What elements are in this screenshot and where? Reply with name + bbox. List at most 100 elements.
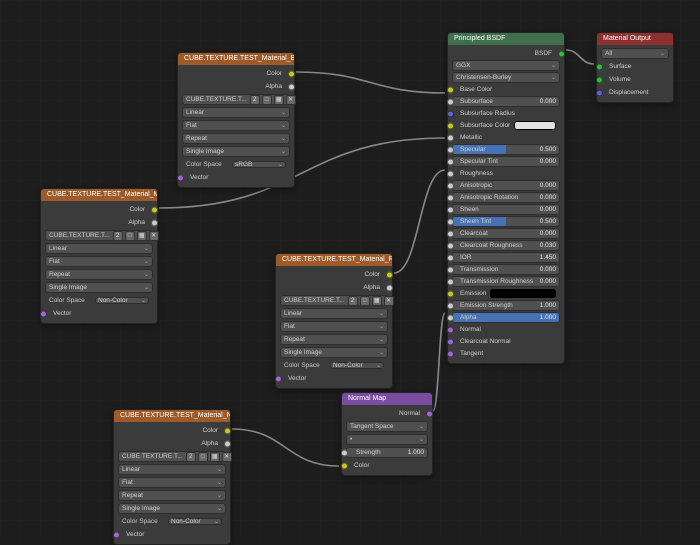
node-title[interactable]: Material Output (597, 33, 673, 45)
input-ior[interactable]: IOR1.450 (452, 252, 560, 263)
socket-subsurface_color[interactable] (447, 122, 454, 129)
socket-tangent[interactable] (447, 350, 454, 357)
node-title[interactable]: CUBE.TEXTURE.TEST_Material_Roughness (276, 254, 392, 266)
new-icon[interactable]: □ (262, 95, 272, 105)
input-emission[interactable]: Emission (452, 288, 560, 299)
input-anisotropic[interactable]: Anisotropic0.000 (452, 180, 560, 191)
input-normal[interactable]: Normal (452, 324, 560, 335)
socket-alpha[interactable] (288, 83, 295, 90)
projection-select[interactable]: Flat⌄ (280, 321, 388, 332)
color-swatch[interactable] (514, 121, 556, 130)
target-select[interactable]: All⌄ (601, 48, 669, 59)
output-color[interactable]: Color (118, 425, 226, 436)
socket-transmission[interactable] (447, 266, 454, 273)
distribution-select[interactable]: GGX⌄ (452, 60, 560, 71)
colorspace-row[interactable]: Color SpaceNon-Color⌄ (118, 516, 226, 527)
socket-ior[interactable] (447, 254, 454, 261)
input-cc_rough[interactable]: Clearcoat Roughness0.030 (452, 240, 560, 251)
interp-select[interactable]: Linear⌄ (182, 107, 290, 118)
socket-vector[interactable] (40, 310, 47, 317)
socket-subsurface_radius[interactable] (447, 110, 454, 117)
unlink-icon[interactable]: ✕ (149, 231, 159, 241)
output-normal[interactable]: Normal (346, 408, 428, 419)
output-alpha[interactable]: Alpha (280, 282, 388, 293)
socket-alpha[interactable] (386, 284, 393, 291)
socket-sheen[interactable] (447, 206, 454, 213)
colorspace-row[interactable]: Color SpacesRGB⌄ (182, 159, 290, 170)
output-color[interactable]: Color (280, 269, 388, 280)
input-volume[interactable]: Volume (601, 74, 669, 85)
socket-roughness[interactable] (447, 170, 454, 177)
input-color[interactable]: Color (346, 460, 428, 471)
projection-select[interactable]: Flat⌄ (45, 256, 153, 267)
socket-alpha[interactable] (224, 440, 231, 447)
unlink-icon[interactable]: ✕ (222, 452, 232, 462)
input-vector[interactable]: Vector (280, 373, 388, 384)
output-color[interactable]: Color (182, 68, 290, 79)
input-transmission[interactable]: Transmission0.000 (452, 264, 560, 275)
input-sheen_tint[interactable]: Sheen Tint0.500 (452, 216, 560, 227)
output-bsdf[interactable]: BSDF (452, 48, 560, 59)
image-texture-node-roughness[interactable]: CUBE.TEXTURE.TEST_Material_Roughness Colo… (275, 253, 393, 389)
output-alpha[interactable]: Alpha (182, 81, 290, 92)
input-subsurface_color[interactable]: Subsurface Color (452, 120, 560, 131)
new-icon[interactable]: □ (198, 452, 208, 462)
input-subsurface[interactable]: Subsurface0.000 (452, 96, 560, 107)
interp-select[interactable]: Linear⌄ (45, 243, 153, 254)
socket-cc_normal[interactable] (447, 338, 454, 345)
socket-anisotropic[interactable] (447, 182, 454, 189)
input-clearcoat[interactable]: Clearcoat0.000 (452, 228, 560, 239)
socket-bsdf[interactable] (558, 50, 565, 57)
input-sheen[interactable]: Sheen0.000 (452, 204, 560, 215)
image-file-selector[interactable]: CUBE.TEXTURE.T...2□▦✕ (118, 451, 226, 462)
input-specular_tint[interactable]: Specular Tint0.000 (452, 156, 560, 167)
socket-vector[interactable] (113, 531, 120, 538)
socket-specular_tint[interactable] (447, 158, 454, 165)
sss-method-select[interactable]: Christensen-Burley⌄ (452, 72, 560, 83)
material-output-node[interactable]: Material OutputAll⌄SurfaceVolumeDisplace… (596, 32, 674, 103)
projection-select[interactable]: Flat⌄ (182, 120, 290, 131)
socket-sheen_tint[interactable] (447, 218, 454, 225)
output-alpha[interactable]: Alpha (118, 438, 226, 449)
socket-normal[interactable] (447, 326, 454, 333)
input-cc_normal[interactable]: Clearcoat Normal (452, 336, 560, 347)
socket-emission[interactable] (447, 290, 454, 297)
socket-vector[interactable] (275, 375, 282, 382)
socket-aniso_rot[interactable] (447, 194, 454, 201)
image-file-selector[interactable]: CUBE.TEXTURE.T...2□▦✕ (45, 230, 153, 241)
socket-surface[interactable] (596, 63, 603, 70)
socket-clearcoat[interactable] (447, 230, 454, 237)
extension-select[interactable]: Repeat⌄ (182, 133, 290, 144)
output-color[interactable]: Color (45, 204, 153, 215)
new-icon[interactable]: □ (360, 296, 370, 306)
projection-select[interactable]: Flat⌄ (118, 477, 226, 488)
users-icon[interactable]: 2 (348, 296, 358, 306)
input-vector[interactable]: Vector (45, 308, 153, 319)
socket-specular[interactable] (447, 146, 454, 153)
input-vector[interactable]: Vector (118, 529, 226, 540)
new-icon[interactable]: □ (125, 231, 135, 241)
input-aniso_rot[interactable]: Anisotropic Rotation0.000 (452, 192, 560, 203)
users-icon[interactable]: 2 (250, 95, 260, 105)
open-icon[interactable]: ▦ (137, 231, 147, 241)
input-tangent[interactable]: Tangent (452, 348, 560, 359)
extension-select[interactable]: Repeat⌄ (280, 334, 388, 345)
socket-cc_rough[interactable] (447, 242, 454, 249)
socket-vector[interactable] (177, 174, 184, 181)
input-basecolor[interactable]: Base Color (452, 84, 560, 95)
unlink-icon[interactable]: ✕ (384, 296, 394, 306)
input-subsurface_radius[interactable]: Subsurface Radius (452, 108, 560, 119)
image-texture-node-basecolor[interactable]: CUBE.TEXTURE.TEST_Material_BaseColorColo… (177, 52, 295, 188)
colorspace-row[interactable]: Color SpaceNon-Color⌄ (280, 360, 388, 371)
interp-select[interactable]: Linear⌄ (118, 464, 226, 475)
frames-select[interactable]: Single Image⌄ (118, 503, 226, 514)
socket-basecolor[interactable] (447, 86, 454, 93)
socket-color[interactable] (151, 206, 158, 213)
node-title[interactable]: Principled BSDF (448, 33, 564, 45)
socket-emission_str[interactable] (447, 302, 454, 309)
extension-select[interactable]: Repeat⌄ (45, 269, 153, 280)
frames-select[interactable]: Single Image⌄ (280, 347, 388, 358)
principled-bsdf-node[interactable]: Principled BSDF BSDFGGX⌄Christensen-Burle… (447, 32, 565, 364)
socket-subsurface[interactable] (447, 98, 454, 105)
socket-metallic[interactable] (447, 134, 454, 141)
